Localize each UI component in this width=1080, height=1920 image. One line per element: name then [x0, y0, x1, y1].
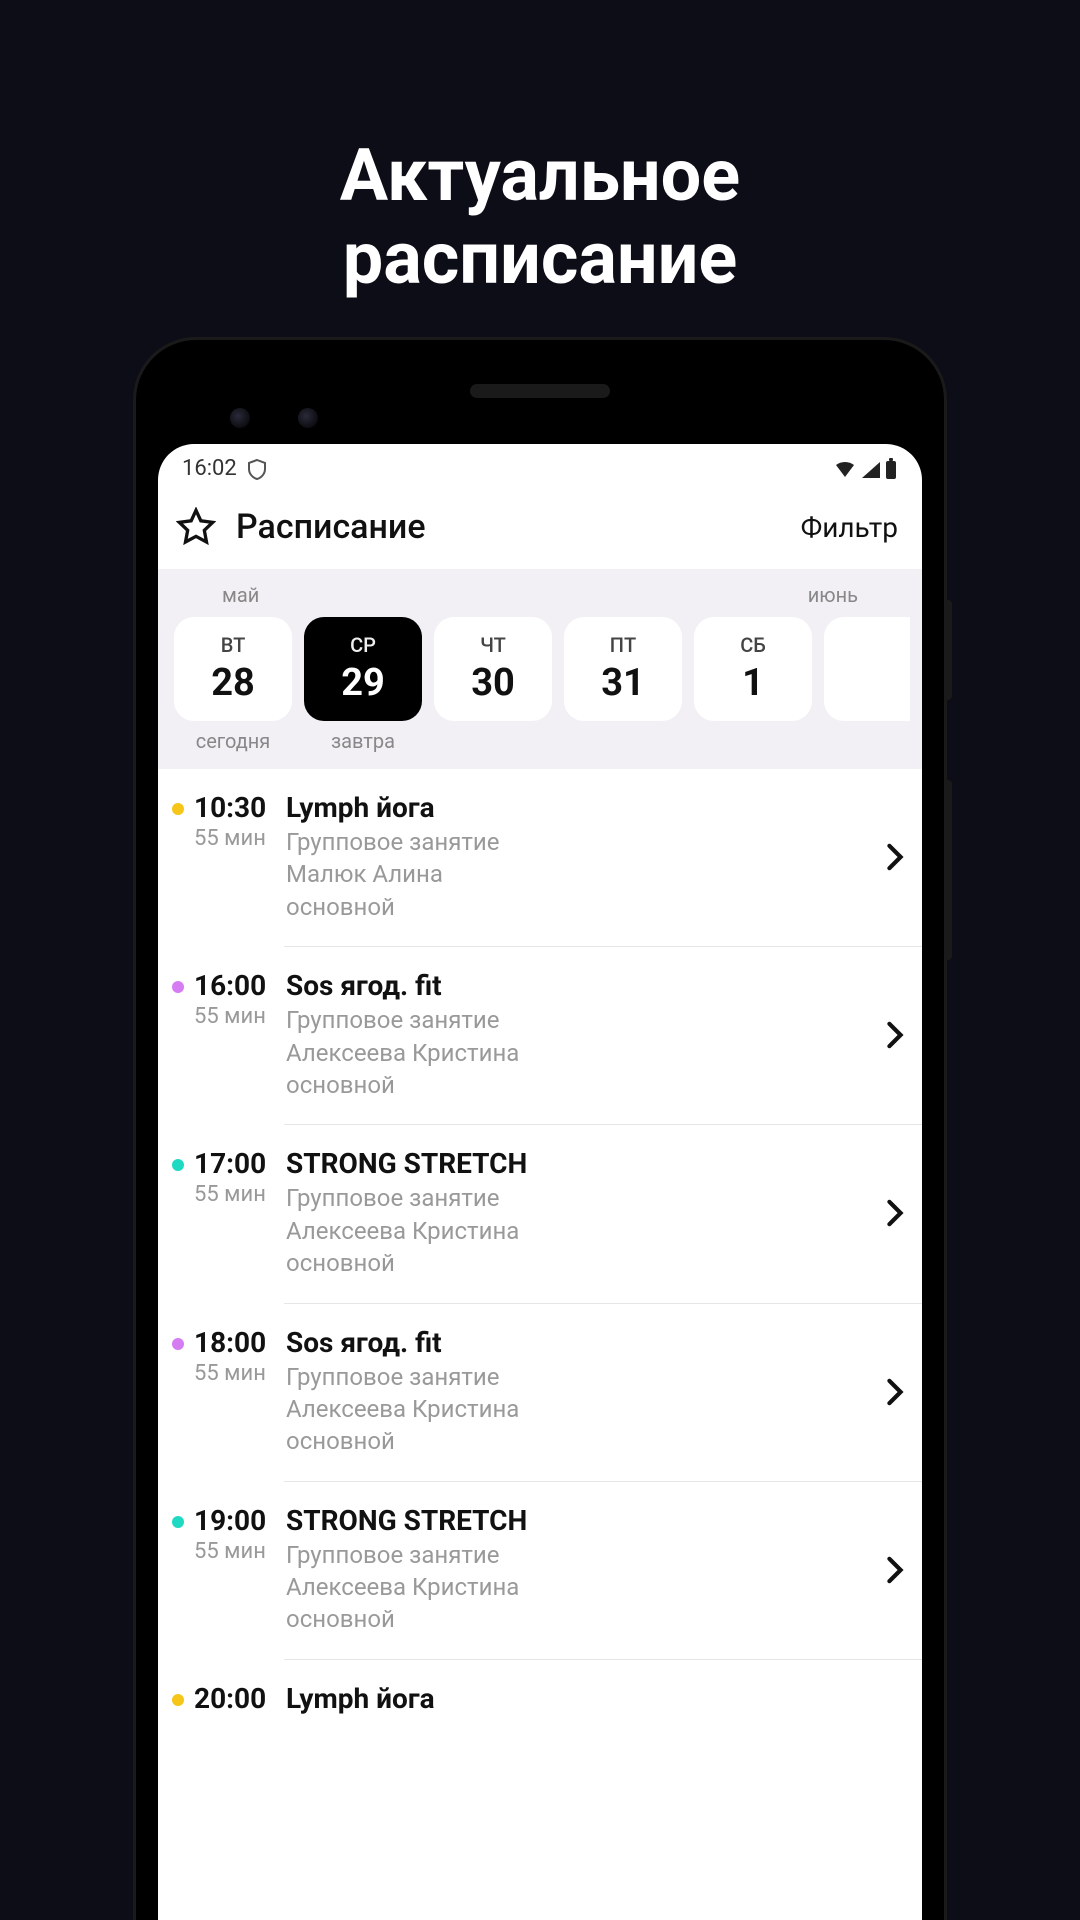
date-strip: май июнь ВТ 28 СР 29 ЧТ 30 ПТ 31 СБ 1 сегодня завт… — [158, 569, 922, 769]
day-number: 1 — [742, 661, 764, 705]
event-color-dot — [172, 981, 184, 993]
event-name: STRONG STRETCH — [286, 1147, 874, 1180]
event-time: 10:30 — [194, 791, 286, 824]
app-bar: Расписание Фильтр — [158, 489, 922, 569]
promo-line1: Актуальное — [340, 133, 740, 218]
event-name: Lymph йога — [286, 791, 874, 824]
chevron-right-icon — [886, 1504, 904, 1636]
promo-line2: расписание — [343, 216, 738, 301]
event-color-dot — [172, 1694, 184, 1706]
event-duration: 55 мин — [194, 826, 286, 851]
event-time: 18:00 — [194, 1326, 286, 1359]
day-tile[interactable]: ПТ 31 — [564, 617, 682, 721]
day-of-week: ЧТ — [480, 633, 506, 657]
day-tiles[interactable]: ВТ 28 СР 29 ЧТ 30 ПТ 31 СБ 1 — [170, 617, 910, 721]
event-color-dot — [172, 1516, 184, 1528]
day-number: 30 — [471, 661, 515, 705]
day-of-week: ВТ — [221, 633, 246, 657]
day-tile[interactable]: СР 29 — [304, 617, 422, 721]
day-of-week: ПТ — [610, 633, 636, 657]
event-row[interactable]: 16:0055 минSos ягод. fitГрупповое заняти… — [158, 947, 922, 1125]
event-meta: Групповое занятиеМалюк Алинаосновной — [286, 826, 874, 923]
event-list[interactable]: 10:3055 минLymph йогаГрупповое занятиеМа… — [158, 769, 922, 1739]
battery-icon — [884, 458, 898, 480]
event-meta: Групповое занятиеАлексеева Кристинаоснов… — [286, 1182, 874, 1279]
day-of-week: СР — [350, 633, 376, 657]
phone-side-button — [944, 780, 952, 960]
event-name: Lymph йога — [286, 1682, 892, 1715]
day-sublabel — [564, 729, 682, 753]
event-time: 20:00 — [194, 1682, 286, 1715]
day-tile[interactable]: СБ 1 — [694, 617, 812, 721]
event-time: 19:00 — [194, 1504, 286, 1537]
day-tile[interactable] — [824, 617, 910, 721]
chevron-right-icon — [886, 1147, 904, 1279]
event-name: STRONG STRETCH — [286, 1504, 874, 1537]
status-bar: 16:02 — [158, 444, 922, 489]
page-title: Расписание — [236, 507, 801, 547]
chevron-right-icon — [886, 1326, 904, 1458]
day-labels: сегодня завтра — [170, 729, 910, 753]
day-tile[interactable]: ЧТ 30 — [434, 617, 552, 721]
day-sublabel — [434, 729, 552, 753]
signal-icon — [860, 460, 880, 478]
event-row[interactable]: 20:00Lymph йога — [158, 1660, 922, 1739]
day-of-week: СБ — [740, 633, 766, 657]
event-name: Sos ягод. fit — [286, 1326, 874, 1359]
phone-inner: 16:02 — [158, 362, 922, 1920]
event-duration: 55 мин — [194, 1182, 286, 1207]
event-row[interactable]: 18:0055 минSos ягод. fitГрупповое заняти… — [158, 1304, 922, 1482]
event-duration: 55 мин — [194, 1004, 286, 1029]
day-number: 28 — [211, 661, 255, 705]
event-row[interactable]: 19:0055 минSTRONG STRETCHГрупповое занят… — [158, 1482, 922, 1660]
promo-title: Актуальное расписание — [0, 0, 1080, 301]
event-time: 17:00 — [194, 1147, 286, 1180]
phone-speaker — [470, 384, 610, 398]
day-sublabel: сегодня — [174, 729, 292, 753]
event-duration: 55 мин — [194, 1361, 286, 1386]
event-color-dot — [172, 1338, 184, 1350]
day-tile[interactable]: ВТ 28 — [174, 617, 292, 721]
shield-icon — [247, 458, 267, 480]
month-label-left: май — [222, 583, 259, 607]
month-label-right: июнь — [808, 583, 858, 607]
phone-camera — [230, 408, 250, 428]
event-time: 16:00 — [194, 969, 286, 1002]
event-name: Sos ягод. fit — [286, 969, 874, 1002]
event-color-dot — [172, 1159, 184, 1171]
phone-frame: 16:02 — [136, 340, 944, 1920]
day-sublabel: завтра — [304, 729, 422, 753]
wifi-icon — [834, 460, 856, 478]
day-sublabel — [694, 729, 812, 753]
phone-camera — [298, 408, 318, 428]
event-row[interactable]: 17:0055 минSTRONG STRETCHГрупповое занят… — [158, 1125, 922, 1303]
star-icon[interactable] — [176, 507, 216, 547]
chevron-right-icon — [886, 969, 904, 1101]
day-sublabel — [824, 729, 922, 753]
app-screen: 16:02 — [158, 444, 922, 1920]
event-duration: 55 мин — [194, 1539, 286, 1564]
filter-button[interactable]: Фильтр — [801, 511, 898, 544]
event-meta: Групповое занятиеАлексеева Кристинаоснов… — [286, 1361, 874, 1458]
phone-side-button — [944, 600, 952, 700]
event-color-dot — [172, 803, 184, 815]
day-number: 29 — [341, 661, 385, 705]
status-time: 16:02 — [182, 456, 237, 481]
chevron-right-icon — [886, 791, 904, 923]
event-row[interactable]: 10:3055 минLymph йогаГрупповое занятиеМа… — [158, 769, 922, 947]
event-meta: Групповое занятиеАлексеева Кристинаоснов… — [286, 1004, 874, 1101]
day-number: 31 — [601, 661, 645, 705]
event-meta: Групповое занятиеАлексеева Кристинаоснов… — [286, 1539, 874, 1636]
